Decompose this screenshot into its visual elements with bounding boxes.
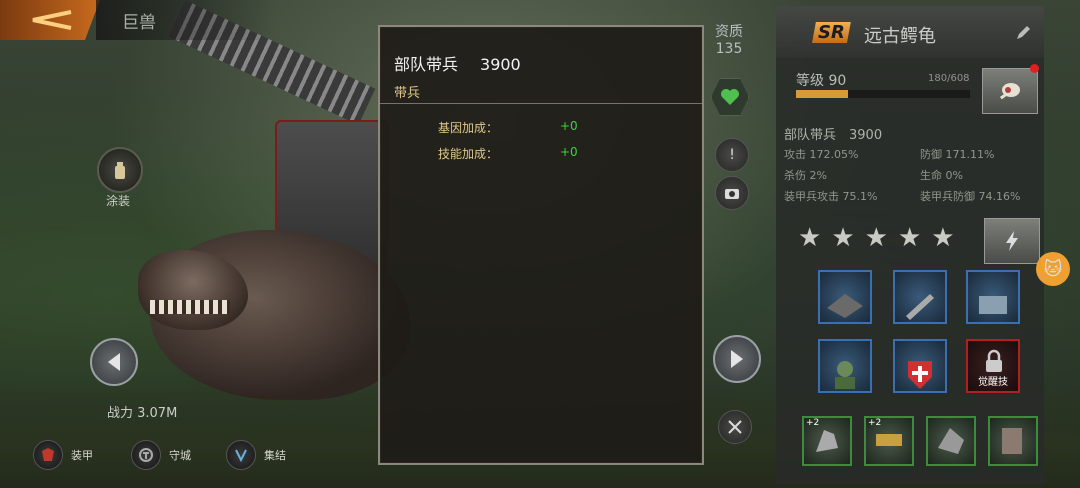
power-value: 战力 3.07M — [107, 406, 178, 421]
tools-icon — [728, 420, 742, 434]
helmet-gear-icon — [938, 428, 964, 454]
header-bar: 巨兽 — [96, 0, 276, 40]
notification-dot — [1030, 64, 1039, 73]
equip-slot-3[interactable] — [926, 416, 976, 466]
back-button[interactable] — [0, 0, 100, 40]
popup-title-value: 3900 — [480, 55, 521, 74]
quality-label: 资质 — [715, 24, 743, 40]
missile-skill-icon — [906, 294, 934, 320]
star-icon: ★ — [798, 223, 822, 253]
cat-face-icon: 🐱 — [1043, 258, 1063, 280]
star-icon: ★ — [831, 223, 855, 253]
feed-button[interactable] — [982, 68, 1038, 114]
exp-text: 180/608 — [928, 73, 970, 84]
attack-stat: 攻击 172.05% — [784, 148, 859, 161]
popup-title: 部队带兵 — [394, 55, 459, 74]
screenshot-button[interactable] — [715, 176, 749, 210]
page-title: 巨兽 — [122, 12, 156, 33]
awaken-skill-slot[interactable]: 觉醒技 — [966, 339, 1020, 393]
beast-info-panel: SR 远古鳄龟 等级 90 180/608 部队带兵 3900 攻击 172.0… — [776, 6, 1044, 484]
chevron-left-icon — [108, 353, 120, 371]
equip-plus-1: +2 — [806, 418, 820, 428]
chevron-right-icon — [731, 350, 743, 368]
star-rating: ★ ★ ★ ★ ★ — [798, 223, 955, 253]
popup-header: 部队带兵 3900 — [394, 51, 521, 75]
medic-cross-skill-icon — [908, 361, 932, 389]
equip-slot-1[interactable]: +2 — [802, 416, 852, 466]
life-stat: 生命 0% — [920, 169, 963, 182]
skill-slot-3[interactable] — [966, 270, 1020, 324]
spray-can-icon — [115, 162, 125, 179]
popup-divider — [380, 103, 702, 104]
skill-slot-1[interactable] — [818, 270, 872, 324]
armor-button[interactable]: 装甲 — [33, 439, 93, 471]
assistant-cat-button[interactable]: 🐱 — [1036, 252, 1070, 286]
exclamation-icon: ! — [729, 147, 735, 163]
equip-slot-2[interactable]: +2 — [864, 416, 914, 466]
rarity-badge: SR — [812, 22, 851, 43]
defend-label: 守城 — [169, 449, 191, 462]
quality-badge[interactable]: 资质 135 — [707, 24, 751, 68]
paint-label: 涂装 — [106, 194, 131, 208]
star-icon: ★ — [931, 223, 955, 253]
rally-label: 集结 — [264, 449, 286, 462]
defend-icon — [131, 440, 161, 470]
defense-stat: 防御 171.11% — [920, 148, 995, 161]
gene-bonus-label: 基因加成： — [438, 121, 499, 135]
skill-bonus-row: 技能加成： +0 — [438, 145, 578, 162]
level-label: 等级 90 — [796, 73, 847, 89]
dismantle-button[interactable] — [718, 410, 752, 444]
crocodile-skill-icon — [827, 294, 863, 318]
skill-bonus-label: 技能加成： — [438, 147, 499, 161]
gene-bonus-value: +0 — [560, 119, 578, 133]
kill-stat: 杀伤 2% — [784, 169, 827, 182]
star-icon: ★ — [864, 223, 888, 253]
gene-bonus-row: 基因加成： +0 — [438, 119, 578, 136]
skill-slot-4[interactable] — [818, 339, 872, 393]
next-beast-button[interactable] — [713, 335, 761, 383]
camera-icon — [725, 189, 739, 199]
back-arrow-icon — [32, 10, 72, 30]
exp-bar — [796, 90, 970, 98]
defend-button[interactable]: 守城 — [131, 439, 191, 471]
skill-bonus-value: +0 — [560, 145, 578, 159]
exp-bar-fill — [796, 90, 848, 98]
star-icon: ★ — [897, 223, 922, 253]
troops-stat[interactable]: 部队带兵 3900 — [784, 124, 882, 143]
equip-slot-4[interactable] — [988, 416, 1038, 466]
troops-tooltip-popup: 部队带兵 3900 带兵 基因加成： +0 技能加成： +0 — [378, 25, 704, 465]
info-button[interactable]: ! — [715, 138, 749, 172]
soldier-skill-icon — [835, 361, 855, 389]
prev-beast-button[interactable] — [90, 338, 138, 386]
evolve-button[interactable] — [984, 218, 1040, 264]
rally-icon — [226, 440, 256, 470]
beast-name: 远古鳄龟 — [864, 26, 936, 47]
armor-icon — [33, 440, 63, 470]
heart-icon — [721, 89, 739, 105]
dinosaur-teeth — [150, 300, 230, 314]
armor-plate-skill-icon — [979, 296, 1007, 314]
quality-value: 135 — [715, 41, 743, 57]
rally-button[interactable]: 集结 — [226, 439, 286, 471]
paint-button[interactable] — [97, 147, 143, 193]
lock-icon — [986, 349, 1002, 372]
skill-slot-5[interactable] — [893, 339, 947, 393]
armor-label: 装甲 — [71, 449, 93, 462]
rename-button[interactable] — [1014, 24, 1032, 42]
armor-attack-stat: 装甲兵攻击 75.1% — [784, 190, 878, 203]
awaken-skill-label: 觉醒技 — [978, 377, 1008, 388]
equip-plus-2: +2 — [868, 418, 882, 428]
armor-defense-stat: 装甲兵防御 74.16% — [920, 190, 1021, 203]
popup-subtitle: 带兵 — [394, 86, 421, 101]
skill-slot-2[interactable] — [893, 270, 947, 324]
lightning-icon — [1006, 231, 1018, 251]
meat-icon — [999, 83, 1020, 100]
armor-gear-icon — [1002, 428, 1022, 454]
